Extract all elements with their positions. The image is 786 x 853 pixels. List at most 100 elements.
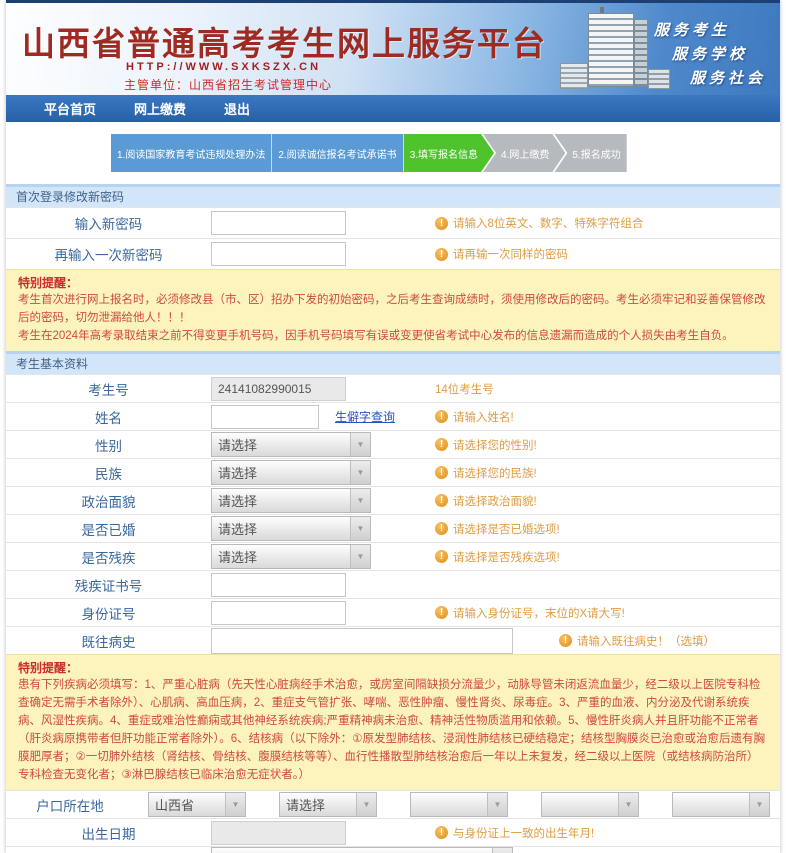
row-name: 姓名 生僻字查询 ! 请输入姓名! [6, 402, 780, 431]
row-medical-history: 既往病史 ! 请输入既往病史！（选填） [6, 626, 780, 655]
row-married: 是否已婚 请选择 ▼ ! 请选择是否已婚选项! [6, 514, 780, 543]
select-value: 请选择 [218, 522, 258, 538]
notice-title: 特别提醒： [18, 661, 79, 676]
hint-text: 请输入8位英文、数字、特殊字符组合 [453, 218, 644, 230]
step-read-commitment: 2.阅读诚信报名考试承诺书 [272, 134, 404, 172]
hint-text: 与身份证上一致的出生年月! [453, 827, 595, 840]
residence-city-select[interactable]: 请选择 ▼ [279, 792, 377, 818]
warning-icon: ! [435, 216, 448, 230]
nav-item-payment[interactable]: 网上缴费 [134, 99, 186, 118]
hint-text: 请输入姓名! [453, 411, 514, 424]
slogan-item: 服务考生 [653, 22, 730, 39]
chevron-down-icon: ▼ [487, 793, 507, 817]
row-new-password: 输入新密码 ! 请输入8位英文、数字、特殊字符组合 [6, 207, 780, 238]
name-input[interactable] [211, 404, 319, 429]
chevron-down-icon: ▼ [350, 433, 370, 457]
chevron-down-icon: ▼ [749, 793, 769, 817]
ethnicity-select[interactable]: 请选择 ▼ [211, 460, 371, 486]
row-partial-next [6, 846, 780, 853]
select-value: 请选择 [218, 494, 258, 510]
candidate-number-hint: 14位考生号 [435, 381, 494, 397]
birth-date-hint: ! 与身份证上一致的出生年月! [435, 825, 594, 841]
ethnicity-hint: ! 请选择您的民族! [435, 465, 537, 481]
disabled-select[interactable]: 请选择 ▼ [211, 544, 371, 570]
medical-history-label: 既往病史 [81, 634, 136, 650]
nav-item-logout[interactable]: 退出 [224, 99, 250, 118]
select-value: 山西省 [155, 798, 195, 814]
warning-icon: ! [435, 522, 448, 536]
new-password-hint: ! 请输入8位英文、数字、特殊字符组合 [435, 215, 643, 231]
chevron-down-icon: ▼ [350, 517, 370, 541]
row-id-number: 身份证号 ! 请输入身份证号，末位的X请大写! [6, 598, 780, 627]
row-political-status: 政治面貌 请选择 ▼ ! 请选择政治面貌! [6, 486, 780, 515]
row-residence: 户口所在地 山西省 ▼ 请选择 ▼ ▼ ▼ ▼ [6, 790, 780, 819]
select-value: 请选择 [218, 438, 258, 454]
gender-select[interactable]: 请选择 ▼ [211, 432, 371, 458]
chevron-down-icon: ▼ [350, 461, 370, 485]
political-status-select[interactable]: 请选择 ▼ [211, 488, 371, 514]
warning-icon: ! [435, 550, 448, 564]
select-value: 请选择 [218, 550, 258, 566]
married-select[interactable]: 请选择 ▼ [211, 516, 371, 542]
hint-text: 请输入身份证号，末位的X请大写! [453, 607, 625, 620]
page: 山西省普通高考考生网上服务平台 HTTP://WWW.SXKSZX.CN 主管单… [6, 0, 780, 853]
chevron-down-icon: ▼ [350, 545, 370, 569]
warning-icon: ! [559, 634, 572, 648]
hint-text: 请输入既往病史！（选填） [577, 635, 715, 648]
notice-line: 考生首次进行网上报名时，必须修改县（市、区）招办下发的初始密码，之后考生查询成绩… [18, 294, 766, 324]
site-organizer: 主管单位：山西省招生考试管理中心 [124, 78, 333, 92]
hint-text: 请选择是否残疾选项! [453, 551, 560, 564]
hint-text: 请选择您的民族! [453, 467, 537, 480]
warning-icon: ! [435, 466, 448, 480]
hint-text: 14位考生号 [435, 383, 494, 396]
hint-text: 请选择政治面貌! [453, 495, 537, 508]
candidate-number-input [211, 376, 346, 401]
new-password-label: 输入新密码 [74, 217, 143, 232]
confirm-password-input[interactable] [211, 242, 346, 266]
id-number-input[interactable] [211, 600, 346, 625]
hint-text: 请再输一次同样的密码 [453, 249, 568, 261]
hint-text: 请选择您的性别! [453, 439, 537, 452]
residence-province-select[interactable]: 山西省 ▼ [148, 792, 246, 818]
residence-town-select[interactable]: ▼ [541, 792, 639, 818]
chevron-down-icon: ▼ [350, 489, 370, 513]
id-number-label: 身份证号 [81, 606, 136, 622]
partial-select[interactable] [211, 847, 513, 853]
nav-item-home[interactable]: 平台首页 [44, 99, 96, 118]
section-basic-title: 考生基本资料 [6, 351, 780, 375]
step-pay-online: 4.网上缴费 [483, 134, 565, 172]
residence-county-select[interactable]: ▼ [410, 792, 508, 818]
row-disabled: 是否残疾 请选择 ▼ ! 请选择是否残疾选项! [6, 542, 780, 571]
slogan-item: 服务社会 [689, 70, 766, 87]
slogan-list: 服务考生 服务学校 服务社会 [654, 19, 766, 91]
residence-village-select[interactable]: ▼ [672, 792, 770, 818]
row-confirm-password: 再输入一次新密码 ! 请再输一次同样的密码 [6, 238, 780, 269]
step-fill-info-active: 3.填写报名信息 [404, 134, 494, 172]
hint-text: 请选择是否已婚选项! [453, 523, 560, 536]
married-hint: ! 请选择是否已婚选项! [435, 521, 560, 537]
confirm-password-label: 再输入一次新密码 [54, 248, 163, 263]
warning-icon: ! [435, 410, 448, 424]
notice-line: 考生在2024年高考录取结束之前不得变更手机号码，因手机号码填写有误或变更使省考… [18, 329, 734, 342]
main-nav: 平台首页 网上缴费 退出 [6, 95, 780, 122]
rare-character-lookup-link[interactable]: 生僻字查询 [335, 408, 395, 425]
select-value: 请选择 [218, 466, 258, 482]
select-value: 请选择 [286, 798, 326, 814]
birth-date-label: 出生日期 [81, 826, 136, 842]
header-banner: 山西省普通高考考生网上服务平台 HTTP://WWW.SXKSZX.CN 主管单… [6, 3, 780, 95]
birth-date-input [211, 820, 346, 845]
row-ethnicity: 民族 请选择 ▼ ! 请选择您的民族! [6, 458, 780, 487]
row-disability-cert: 残疾证书号 [6, 570, 780, 599]
warning-icon: ! [435, 826, 448, 840]
political-status-label: 政治面貌 [81, 494, 136, 510]
new-password-input[interactable] [211, 211, 346, 235]
medical-history-input[interactable] [211, 627, 513, 654]
medical-history-hint: ! 请输入既往病史！（选填） [559, 633, 715, 649]
chevron-down-icon: ▼ [618, 793, 638, 817]
progress-steps: 1.阅读国家教育考试违规处理办法 2.阅读诚信报名考试承诺书 3.填写报名信息 … [6, 122, 780, 184]
row-birth-date: 出生日期 ! 与身份证上一致的出生年月! [6, 818, 780, 847]
married-label: 是否已婚 [81, 522, 136, 538]
warning-icon: ! [435, 606, 448, 620]
gender-label: 性别 [95, 438, 122, 454]
disability-cert-input[interactable] [211, 572, 346, 597]
